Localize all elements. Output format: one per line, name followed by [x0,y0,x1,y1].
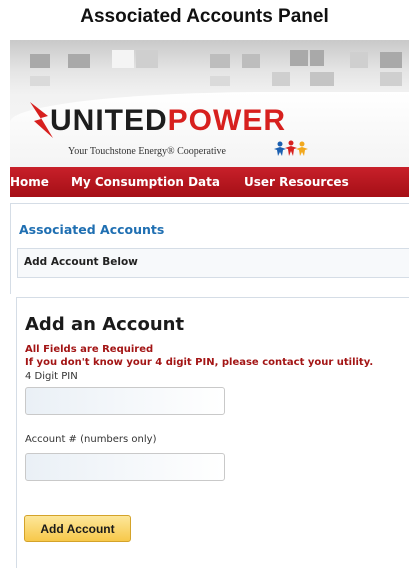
panel-subheader: Add Account Below [24,256,138,268]
add-account-form: Add an Account All Fields are Required I… [16,297,409,568]
panel-title: Associated Accounts [19,222,165,237]
associated-accounts-panel: Associated Accounts Add Account Below [10,203,409,294]
touchstone-people-icon [274,140,308,156]
brand-word-power: POWER [167,104,287,137]
nav-my-consumption-data[interactable]: My Consumption Data [71,175,220,189]
pin-label: 4 Digit PIN [25,371,78,382]
brand-word-united: UNITED [50,104,168,137]
brand-logo: UNITEDPOWER [50,106,286,136]
account-number-input[interactable] [25,453,225,481]
header-banner: UNITEDPOWER Your Touchstone Energy® Coop… [10,40,409,167]
nav-user-resources[interactable]: User Resources [244,175,349,189]
main-nav: Home My Consumption Data User Resources [10,167,409,197]
pin-input[interactable] [25,387,225,415]
nav-home[interactable]: Home [10,175,49,189]
pin-help-note: If you don't know your 4 digit PIN, plea… [25,357,374,368]
app-window: UNITEDPOWER Your Touchstone Energy® Coop… [10,40,409,568]
panel-subheader-bar: Add Account Below [17,248,409,278]
screenshot-caption: Associated Accounts Panel [80,6,329,27]
add-account-button[interactable]: Add Account [24,515,131,542]
tagline: Your Touchstone Energy® Cooperative [68,146,226,157]
account-label: Account # (numbers only) [25,434,157,445]
required-note: All Fields are Required [25,344,154,355]
form-title: Add an Account [25,314,185,335]
